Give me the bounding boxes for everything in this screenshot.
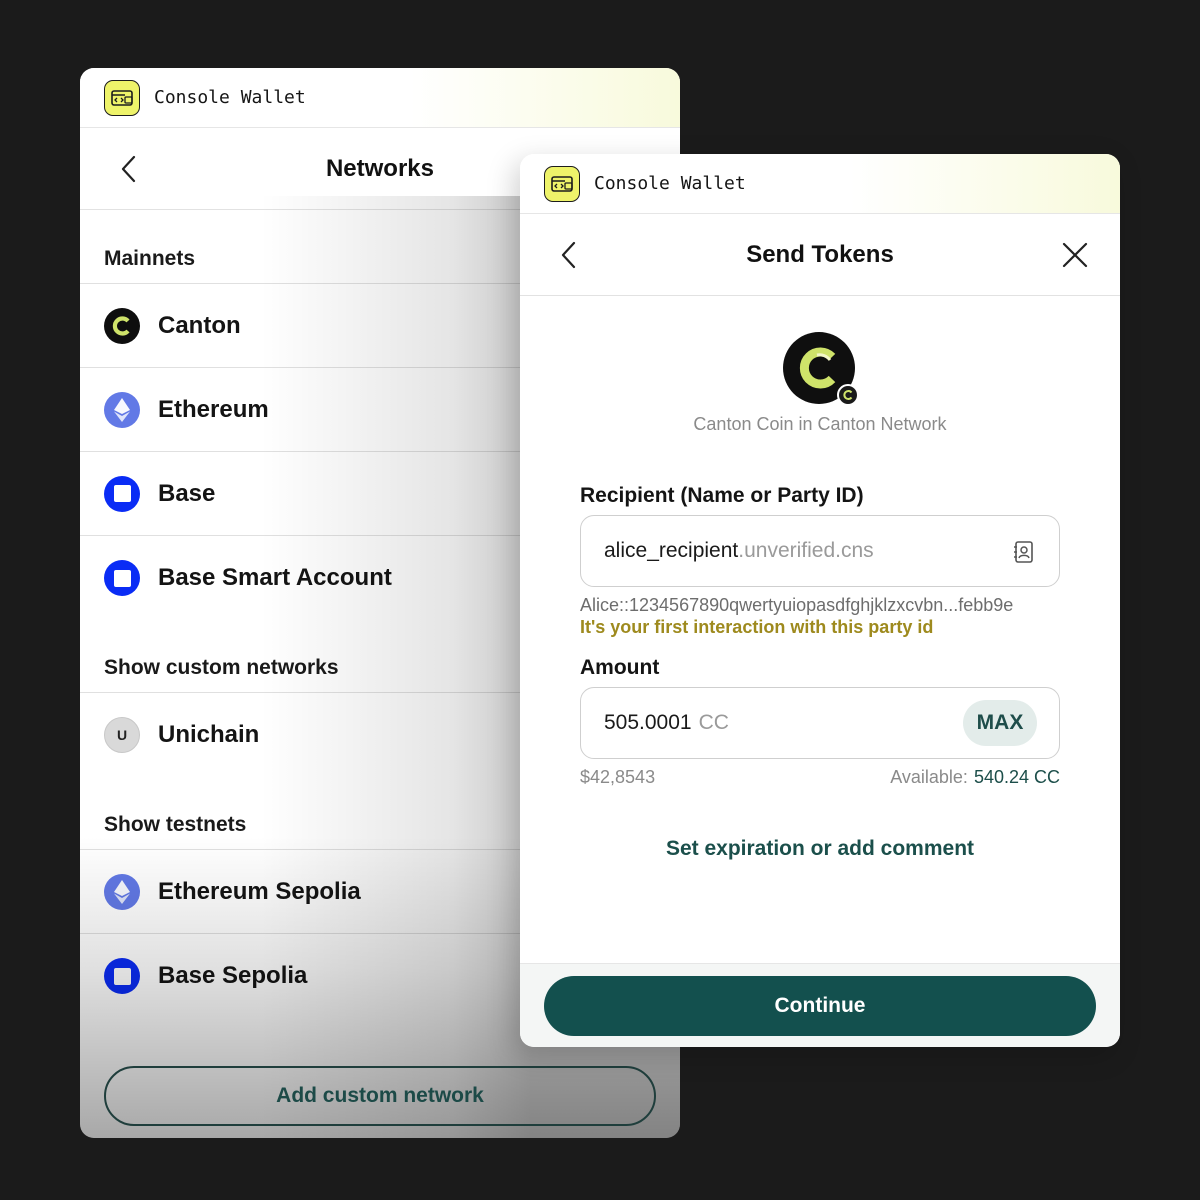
network-name: Base	[158, 479, 216, 507]
networks-footer: Add custom network	[80, 1054, 680, 1138]
base-icon	[104, 958, 140, 994]
options-link[interactable]: Set expiration or add comment	[520, 837, 1120, 861]
party-id: Alice::1234567890qwertyuiopasdfghjklzxcv…	[580, 595, 1014, 615]
network-name: Ethereum	[158, 395, 269, 423]
token-logo	[783, 332, 859, 408]
app-title: Console Wallet	[594, 173, 746, 194]
chevron-left-icon	[121, 155, 136, 183]
party-warning: It's your first interaction with this pa…	[580, 617, 934, 637]
send-footer: Continue	[520, 963, 1120, 1047]
wallet-logo-icon	[544, 165, 580, 202]
chevron-left-icon	[561, 241, 576, 269]
max-button[interactable]: MAX	[963, 700, 1037, 746]
app-header: Console Wallet	[520, 154, 1120, 214]
app-title: Console Wallet	[154, 87, 306, 108]
add-custom-network-button[interactable]: Add custom network	[104, 1066, 656, 1126]
wallet-logo-icon	[104, 79, 140, 116]
nav-bar: Send Tokens	[520, 214, 1120, 296]
back-button[interactable]	[114, 154, 142, 184]
base-icon	[104, 475, 140, 512]
close-icon	[1062, 242, 1088, 268]
recipient-suffix: .unverified.cns	[738, 539, 874, 562]
amount-value: 505.0001	[604, 711, 692, 734]
token-caption: Canton Coin in Canton Network	[693, 414, 947, 434]
page-title: Networks	[325, 154, 435, 182]
section-custom-label: Show custom networks	[104, 656, 339, 679]
page-title: Send Tokens	[746, 240, 894, 268]
base-icon	[104, 560, 140, 596]
recipient-input[interactable]: alice_recipient .unverified.cns	[580, 515, 1060, 587]
amount-label: Amount	[580, 656, 660, 679]
address-book-icon[interactable]	[1013, 540, 1035, 564]
available-balance: Available: 540.24 CC	[890, 767, 1060, 788]
recipient-label: Recipient (Name or Party ID)	[580, 484, 864, 507]
network-name: Base Smart Account	[158, 564, 392, 591]
network-name: Unichain	[158, 721, 260, 748]
unichain-icon: U	[104, 717, 140, 753]
app-header: Console Wallet	[80, 68, 680, 128]
section-testnets-label: Show testnets	[104, 813, 247, 836]
send-tokens-panel: Console Wallet Send Tokens Canton Coin i…	[520, 154, 1120, 1047]
canton-icon	[104, 307, 140, 344]
network-badge-icon	[837, 384, 859, 406]
amount-unit: CC	[698, 711, 729, 734]
network-name: Canton	[158, 311, 241, 339]
available-label: Available:	[890, 767, 968, 787]
unichain-glyph: U	[116, 727, 128, 743]
close-button[interactable]	[1060, 240, 1090, 270]
ethereum-icon	[104, 391, 140, 428]
recipient-value: alice_recipient	[604, 539, 739, 562]
back-button[interactable]	[554, 240, 582, 270]
amount-input[interactable]: 505.0001 CC MAX	[580, 687, 1060, 759]
ethereum-icon	[104, 873, 140, 910]
available-value: 540.24 CC	[973, 767, 1060, 787]
usd-value: $42,8543	[580, 767, 656, 787]
continue-button[interactable]: Continue	[544, 975, 1096, 1036]
network-name: Ethereum Sepolia	[158, 877, 361, 905]
network-name: Base Sepolia	[158, 962, 308, 989]
